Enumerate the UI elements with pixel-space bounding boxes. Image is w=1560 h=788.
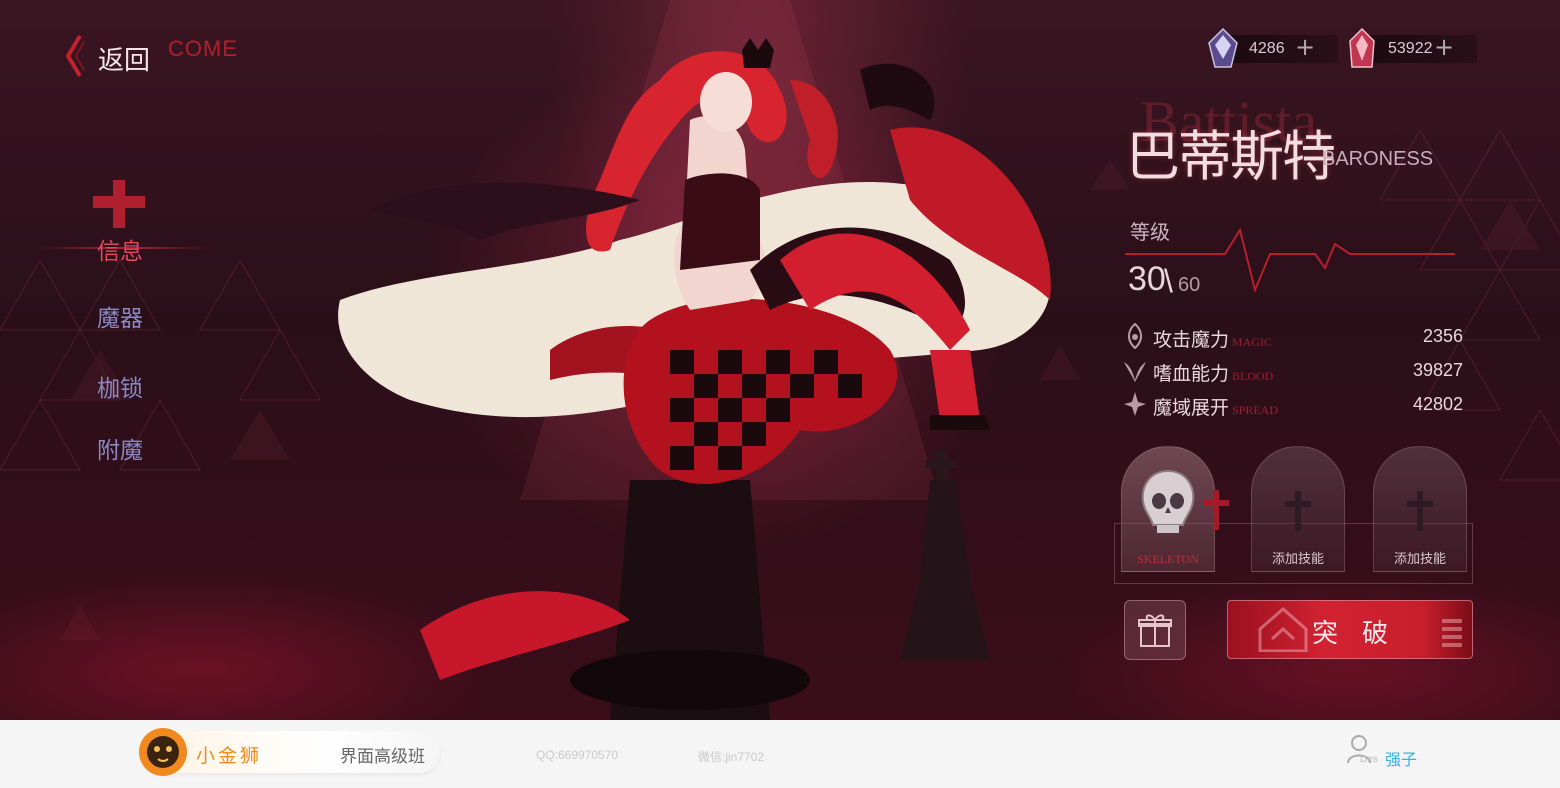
menu-item-artifact[interactable]: 魔器 (70, 299, 170, 333)
back-button[interactable]: COME 返回 (64, 30, 237, 80)
gift-icon (1138, 614, 1172, 647)
game-screen: COME 返回 信息 魔器 枷锁 附魔 4286 + 53922 + Batti… (0, 0, 1560, 720)
stat-value: 39827 (1412, 360, 1463, 380)
breakthrough-label: 突破 (1311, 619, 1412, 649)
skill-label: 添加技能 (1393, 552, 1446, 567)
user-des: Des (1360, 754, 1378, 765)
spread-icon (1124, 392, 1146, 416)
stat-name: 攻击魔力 (1153, 329, 1230, 351)
cross-icon (1203, 490, 1229, 530)
skill-slot-add[interactable]: 添加技能 (1373, 446, 1467, 572)
stat-en: MAGIC (1232, 335, 1273, 349)
footer-bar: 小金狮 界面高级班 QQ:669970570 微信:jin7702 Des 强子 (0, 720, 1560, 788)
level-separator: \ (1164, 263, 1173, 299)
menu-item-shackle[interactable]: 枷锁 (70, 369, 170, 403)
course-name: 界面高级班 (340, 747, 425, 767)
add-currency-button[interactable]: + (1434, 33, 1454, 61)
stat-magic: 攻击魔力 MAGIC 2356 (1122, 322, 1467, 352)
magic-icon (1128, 322, 1142, 350)
blood-icon (1124, 362, 1146, 382)
menu-item-info[interactable]: 信息 (70, 232, 170, 266)
brand-badge: 小金狮 界面高级班 (139, 728, 440, 776)
red-crystal-icon (1349, 27, 1375, 68)
wechat-contact: 微信:jin7702 (698, 750, 765, 764)
skill-slot-add[interactable]: 添加技能 (1251, 446, 1345, 572)
skull-icon (1141, 469, 1195, 533)
character-name: 巴蒂斯特 (1126, 125, 1336, 188)
stat-value: 42802 (1412, 394, 1463, 414)
back-ghost-text: COME (168, 36, 238, 61)
skill-label: SKELETON (1137, 552, 1199, 566)
level-current: 30 (1128, 260, 1166, 298)
heartbeat-line (1125, 227, 1455, 294)
stat-en: BLOOD (1232, 369, 1274, 383)
purple-crystal-icon (1208, 27, 1238, 68)
stat-blood: 嗜血能力 BLOOD 39827 (1122, 356, 1467, 386)
stat-name: 魔域展开 (1153, 397, 1230, 419)
stat-value: 2356 (1422, 326, 1463, 346)
character-class: BARONESS (1322, 148, 1434, 170)
add-currency-button[interactable]: + (1295, 33, 1315, 61)
stat-en: SPREAD (1232, 403, 1279, 417)
currency-value: 4286 (1249, 40, 1285, 57)
breakthrough-button[interactable]: 突破 (1227, 600, 1473, 659)
stat-name: 嗜血能力 (1153, 363, 1230, 385)
cross-icon (93, 180, 145, 228)
character-illustration (338, 38, 1051, 720)
lion-logo-icon (139, 728, 187, 776)
cross-icon (1407, 491, 1433, 531)
gift-button[interactable] (1124, 600, 1186, 660)
user-name: 强子 (1385, 750, 1418, 769)
back-label: 返回 (98, 46, 151, 76)
menu-item-enchant[interactable]: 附魔 (70, 431, 170, 465)
brand-name: 小金狮 (196, 745, 263, 767)
chevron-left-icon (65, 34, 85, 78)
cross-icon (1285, 491, 1311, 531)
currency-value: 53922 (1388, 40, 1433, 57)
qq-contact: QQ:669970570 (536, 748, 619, 762)
stat-spread: 魔域展开 SPREAD 42802 (1122, 390, 1467, 420)
level-max: 60 (1178, 274, 1201, 296)
skill-label: 添加技能 (1271, 552, 1324, 567)
user-badge: Des 强子 (1346, 734, 1436, 778)
